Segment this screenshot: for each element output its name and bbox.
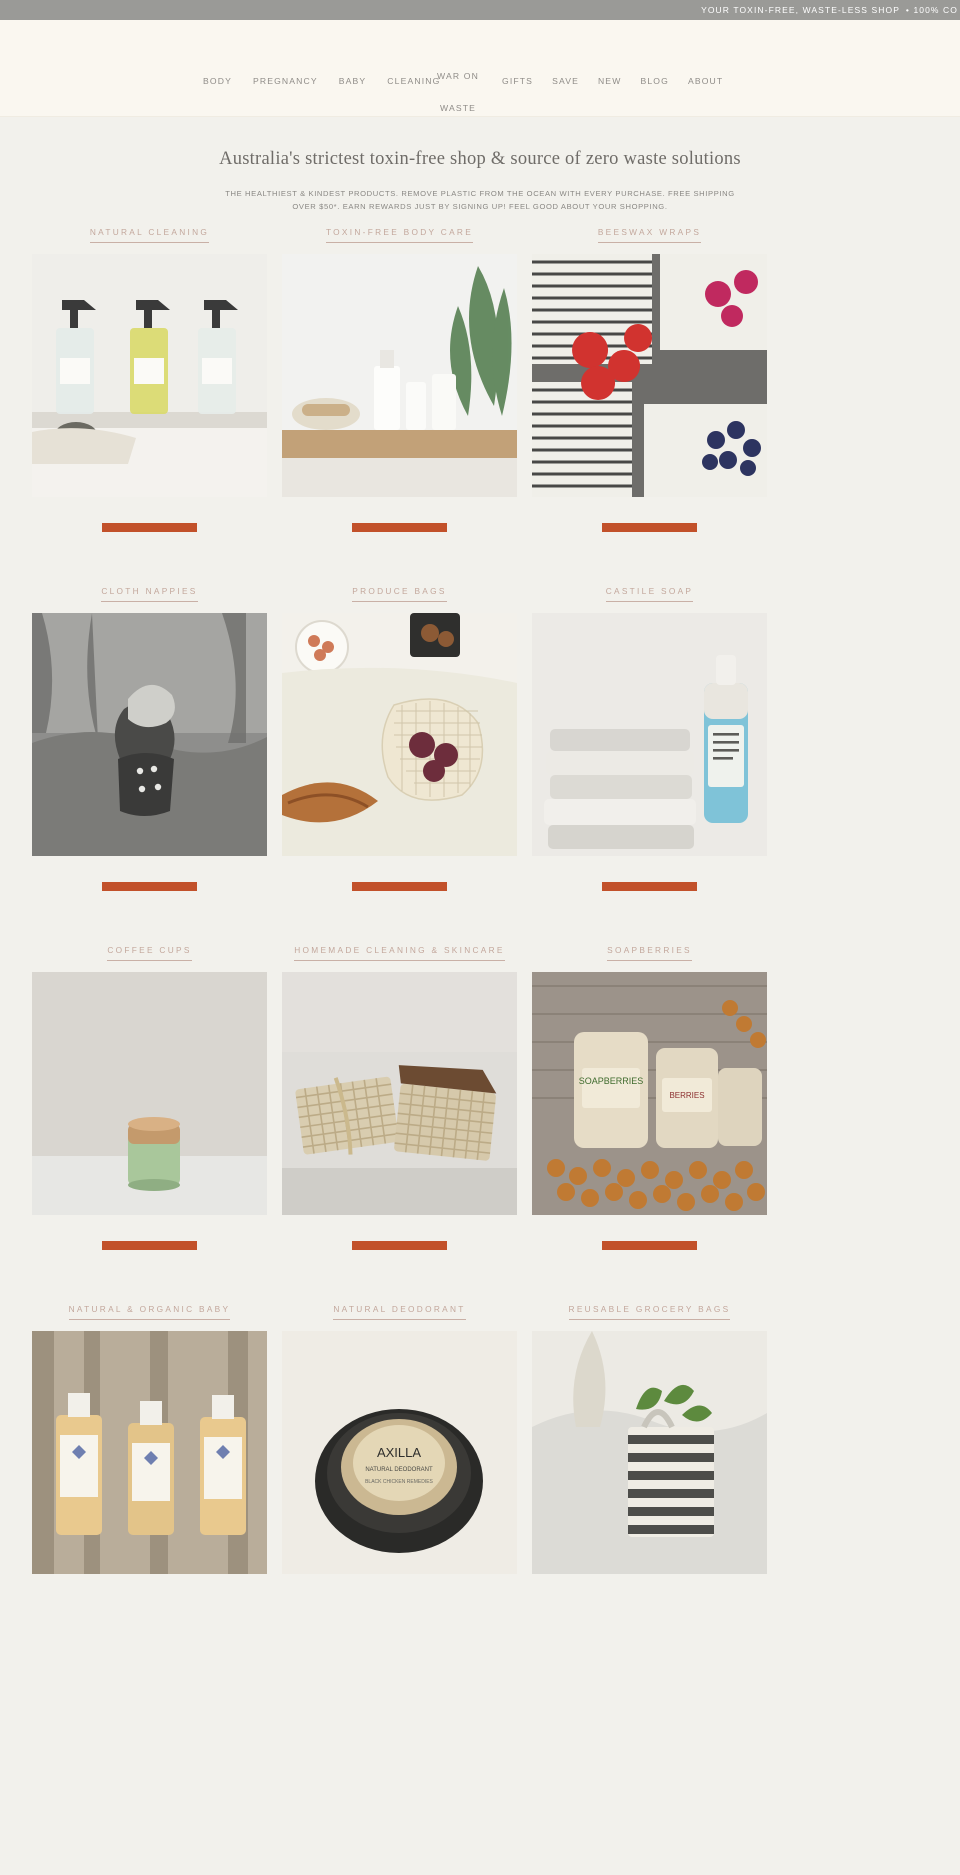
category-label-link[interactable]: BEESWAX WRAPS <box>597 225 702 243</box>
category-label-wrap: NATURAL DEODORANT <box>282 1299 517 1331</box>
category-image[interactable] <box>32 253 267 497</box>
category-label-wrap: SOAPBERRIES <box>532 940 767 972</box>
primary-nav-left: BODY PREGNANCY BABY CLEANING <box>203 76 440 86</box>
category-image[interactable] <box>32 971 267 1215</box>
category-label-link[interactable]: REUSABLE GROCERY BAGS <box>568 1302 731 1320</box>
nav-item-war-on-waste[interactable]: WAR ON WASTE <box>434 60 482 124</box>
category-label-link[interactable]: TOXIN-FREE BODY CARE <box>325 225 474 243</box>
category-image[interactable] <box>32 1330 267 1574</box>
category-label-wrap: CLOTH NAPPIES <box>32 581 267 613</box>
category-cta-button[interactable] <box>102 522 197 532</box>
site-header: BODY PREGNANCY BABY CLEANING WAR ON WAST… <box>0 20 960 117</box>
category-image[interactable] <box>282 971 517 1215</box>
page-title: Australia's strictest toxin-free shop & … <box>219 149 741 169</box>
category-cta-wrap <box>282 856 517 896</box>
category-label-wrap: BEESWAX WRAPS <box>532 222 767 254</box>
category-cta-button[interactable] <box>352 881 447 891</box>
category-card: TOXIN-FREE BODY CARE <box>282 222 517 537</box>
category-label-link[interactable]: NATURAL & ORGANIC BABY <box>68 1302 231 1320</box>
svg-text:BLACK CHICKEN REMEDIES: BLACK CHICKEN REMEDIES <box>365 1479 433 1485</box>
category-label-wrap: NATURAL & ORGANIC BABY <box>32 1299 267 1331</box>
nav-item-save[interactable]: SAVE <box>552 76 579 86</box>
category-card: NATURAL CLEANING <box>32 222 267 537</box>
category-image[interactable] <box>32 612 267 856</box>
category-cta-button[interactable] <box>602 1240 697 1250</box>
category-label-link[interactable]: CLOTH NAPPIES <box>101 584 198 602</box>
category-card: NATURAL & ORGANIC BABY <box>32 1299 267 1574</box>
category-card: PRODUCE BAGS <box>282 581 517 896</box>
category-card: CLOTH NAPPIES <box>32 581 267 896</box>
category-cta-button[interactable] <box>102 1240 197 1250</box>
category-label-wrap: PRODUCE BAGS <box>282 581 517 613</box>
category-cta-wrap <box>282 1215 517 1255</box>
category-cta-wrap <box>532 1215 767 1255</box>
announcement-bar: YOUR TOXIN-FREE, WASTE-LESS SHOP • 100% … <box>0 0 960 20</box>
svg-text:BERRIES: BERRIES <box>669 1091 704 1100</box>
svg-text:SOAPBERRIES: SOAPBERRIES <box>579 1076 644 1086</box>
category-label-link[interactable]: COFFEE CUPS <box>107 943 192 961</box>
nav-item-about[interactable]: ABOUT <box>688 76 723 86</box>
category-cta-button[interactable] <box>352 522 447 532</box>
nav-item-cleaning[interactable]: CLEANING <box>387 76 440 86</box>
category-label-link[interactable]: HOMEMADE CLEANING & SKINCARE <box>294 943 505 961</box>
category-label-wrap: CASTILE SOAP <box>532 581 767 613</box>
category-label-link[interactable]: CASTILE SOAP <box>605 584 694 602</box>
category-label-wrap: HOMEMADE CLEANING & SKINCARE <box>282 940 517 972</box>
primary-nav-right: GIFTS SAVE NEW BLOG ABOUT <box>502 76 723 86</box>
category-card: CASTILE SOAP <box>532 581 767 896</box>
category-label-link[interactable]: SOAPBERRIES <box>607 943 692 961</box>
category-cta-button[interactable] <box>102 881 197 891</box>
category-label-wrap: REUSABLE GROCERY BAGS <box>532 1299 767 1331</box>
category-card: NATURAL DEODORANT AXILLA NATURAL DEODORA… <box>282 1299 517 1574</box>
category-label-link[interactable]: PRODUCE BAGS <box>352 584 447 602</box>
nav-item-pregnancy[interactable]: PREGNANCY <box>253 76 318 86</box>
nav-item-blog[interactable]: BLOG <box>640 76 668 86</box>
category-image[interactable]: AXILLA NATURAL DEODORANT BLACK CHICKEN R… <box>282 1330 517 1574</box>
category-cta-wrap <box>32 1215 267 1255</box>
category-card: REUSABLE GROCERY BAGS <box>532 1299 767 1574</box>
category-card: HOMEMADE CLEANING & SKINCARE <box>282 940 517 1255</box>
svg-text:AXILLA: AXILLA <box>377 1445 421 1460</box>
category-cta-wrap <box>282 497 517 537</box>
category-label-link[interactable]: NATURAL DEODORANT <box>333 1302 466 1320</box>
category-cta-wrap <box>532 856 767 896</box>
category-label-wrap: TOXIN-FREE BODY CARE <box>282 222 517 254</box>
nav-item-body[interactable]: BODY <box>203 76 232 86</box>
category-grid: NATURAL CLEANING TOXIN-FREE BODY CARE BE… <box>0 222 960 1618</box>
category-image[interactable]: SOAPBERRIES BERRIES <box>532 971 767 1215</box>
category-label-wrap: COFFEE CUPS <box>32 940 267 972</box>
nav-item-war-on-waste-line2: WASTE <box>440 103 476 113</box>
category-cta-button[interactable] <box>602 522 697 532</box>
nav-item-war-on-waste-line1: WAR ON <box>437 71 479 81</box>
category-cta-button[interactable] <box>352 1240 447 1250</box>
category-cta-button[interactable] <box>602 881 697 891</box>
category-card: BEESWAX WRAPS <box>532 222 767 537</box>
category-card: COFFEE CUPS <box>32 940 267 1255</box>
category-image[interactable] <box>532 253 767 497</box>
announcement-text: YOUR TOXIN-FREE, WASTE-LESS SHOP <box>701 5 900 15</box>
category-label-link[interactable]: NATURAL CLEANING <box>89 225 210 243</box>
category-image[interactable] <box>282 612 517 856</box>
category-cta-wrap <box>32 856 267 896</box>
announcement-text-secondary: • 100% CO <box>905 5 958 15</box>
category-image[interactable] <box>532 1330 767 1574</box>
category-cta-wrap <box>532 497 767 537</box>
nav-item-gifts[interactable]: GIFTS <box>502 76 533 86</box>
svg-text:NATURAL DEODORANT: NATURAL DEODORANT <box>365 1467 433 1473</box>
intro-section: Australia's strictest toxin-free shop & … <box>0 117 960 222</box>
nav-item-new[interactable]: NEW <box>598 76 622 86</box>
category-card: SOAPBERRIES SOAPBERRIES BERRIES <box>532 940 767 1255</box>
nav-item-baby[interactable]: BABY <box>339 76 367 86</box>
category-image[interactable] <box>282 253 517 497</box>
category-image[interactable] <box>532 612 767 856</box>
intro-paragraph: THE HEALTHIEST & KINDEST PRODUCTS. REMOV… <box>225 189 735 212</box>
category-label-wrap: NATURAL CLEANING <box>32 222 267 254</box>
category-cta-wrap <box>32 497 267 537</box>
